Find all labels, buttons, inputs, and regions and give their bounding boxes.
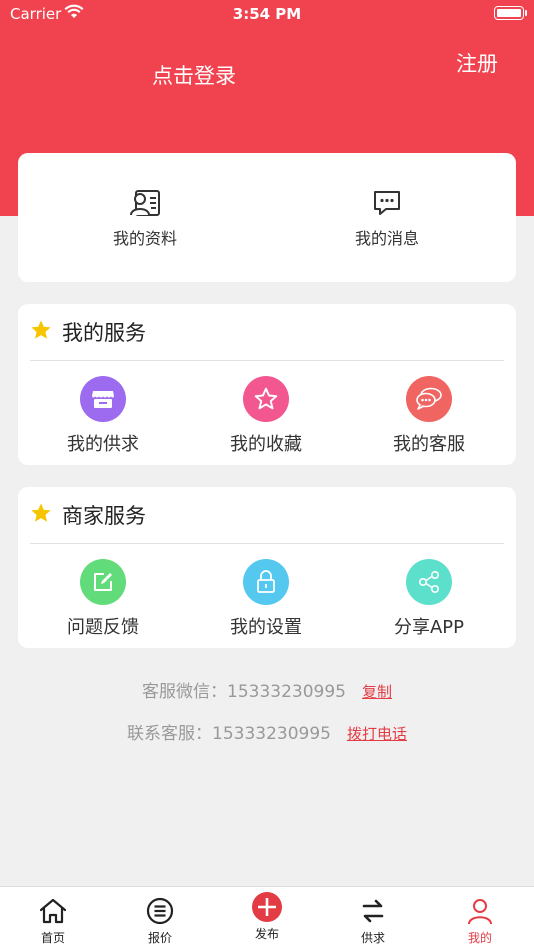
copy-wechat-link[interactable]: 复制: [362, 683, 392, 701]
user-icon: [468, 899, 492, 925]
list-icon: [146, 897, 174, 925]
call-phone-link[interactable]: 拨打电话: [347, 725, 407, 743]
phone-text: 联系客服：15333230995: [127, 724, 331, 744]
tab-home-label: 首页: [40, 931, 65, 945]
my-profile-button[interactable]: 我的资料: [75, 189, 215, 249]
my-messages-label: 我的消息: [354, 229, 419, 248]
my-favorites-button[interactable]: 我的收藏: [191, 376, 341, 456]
share-app-label: 分享APP: [393, 617, 465, 638]
star-outline-icon: [243, 376, 289, 422]
chat-bubbles-icon: [406, 376, 452, 422]
tab-home[interactable]: 首页: [0, 887, 106, 950]
my-profile-label: 我的资料: [112, 229, 177, 248]
lock-icon: [243, 559, 289, 605]
tab-quotes[interactable]: 报价: [107, 887, 213, 950]
my-favorites-label: 我的收藏: [230, 434, 302, 455]
my-settings-button[interactable]: 我的设置: [191, 559, 341, 639]
tab-publish[interactable]: 发布: [214, 887, 320, 950]
merchant-services-title: 商家服务: [30, 501, 146, 529]
tab-bar: 首页 报价 发布 供求 我的: [0, 886, 534, 950]
wechat-contact-line: 客服微信：15333230995 复制: [0, 677, 534, 702]
my-services-card: 我的服务 我的供求 我的收藏 我的客服: [18, 304, 516, 465]
my-messages-button[interactable]: 我的消息: [317, 189, 457, 249]
merchant-services-card: 商家服务 问题反馈 我的设置 分享APP: [18, 487, 516, 648]
wechat-text: 客服微信：15333230995: [142, 682, 346, 702]
phone-contact-line: 联系客服：15333230995 拨打电话: [0, 719, 534, 744]
tab-publish-label: 发布: [254, 927, 279, 941]
divider: [30, 543, 504, 544]
login-link[interactable]: 点击登录: [152, 60, 236, 90]
my-settings-label: 我的设置: [230, 617, 302, 638]
my-supply-demand-button[interactable]: 我的供求: [28, 376, 178, 456]
register-link[interactable]: 注册: [456, 48, 498, 78]
tab-supply-demand[interactable]: 供求: [320, 887, 426, 950]
merchant-services-title-text: 商家服务: [62, 504, 146, 528]
my-supply-demand-label: 我的供求: [67, 434, 139, 455]
star-icon: [30, 502, 62, 529]
my-services-title-text: 我的服务: [62, 321, 146, 345]
battery-icon: [494, 6, 524, 20]
share-app-button[interactable]: 分享APP: [354, 559, 504, 639]
home-icon: [39, 898, 67, 924]
tab-mine[interactable]: 我的: [427, 887, 533, 950]
edit-icon: [80, 559, 126, 605]
store-icon: [80, 376, 126, 422]
message-icon: [317, 189, 457, 217]
battery-tip: [525, 10, 527, 16]
status-bar: Carrier 3:54 PM: [0, 0, 534, 28]
feedback-label: 问题反馈: [67, 617, 139, 638]
tab-quotes-label: 报价: [147, 931, 172, 945]
plus-circle-icon: [252, 892, 282, 922]
my-customer-service-label: 我的客服: [393, 434, 465, 455]
swap-arrows-icon: [362, 899, 384, 923]
profile-card: 我的资料 我的消息: [18, 153, 516, 282]
my-services-title: 我的服务: [30, 318, 146, 346]
my-customer-service-button[interactable]: 我的客服: [354, 376, 504, 456]
profile-card-icon: [75, 189, 215, 217]
star-icon: [30, 319, 62, 346]
status-time: 3:54 PM: [232, 5, 302, 23]
tab-supply-demand-label: 供求: [360, 931, 385, 945]
divider: [30, 360, 504, 361]
tab-mine-label: 我的: [467, 931, 492, 945]
share-icon: [406, 559, 452, 605]
feedback-button[interactable]: 问题反馈: [28, 559, 178, 639]
